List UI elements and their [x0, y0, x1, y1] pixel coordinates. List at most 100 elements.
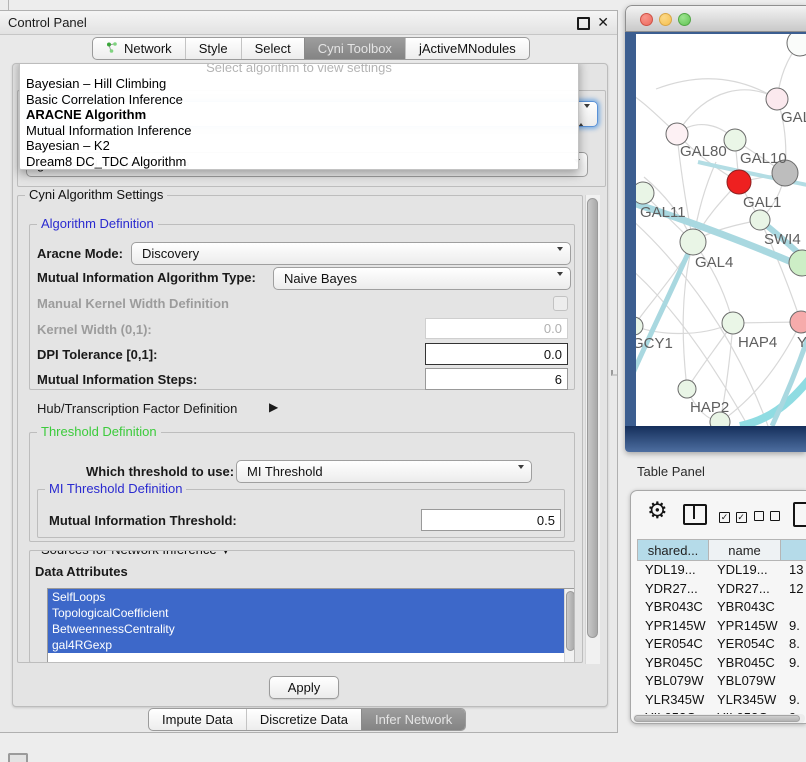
- network-node[interactable]: [766, 88, 788, 110]
- expand-right-icon[interactable]: ▶: [269, 400, 278, 414]
- group-title: Threshold Definition: [37, 424, 161, 439]
- node-label: GCY1: [636, 335, 673, 352]
- node-label: GAL11: [640, 204, 686, 221]
- network-node[interactable]: [666, 123, 688, 145]
- control-panel-window: Control Panel ✕ Network Style Select Cyn…: [0, 10, 618, 733]
- zoom-traffic-icon[interactable]: [678, 13, 691, 26]
- manual-kernel-checkbox[interactable]: [553, 296, 568, 311]
- document-icon[interactable]: [793, 502, 806, 527]
- column-header-cut[interactable]: [781, 539, 806, 561]
- tab-label: Style: [199, 41, 228, 56]
- collapse-down-icon[interactable]: ▼: [220, 550, 231, 557]
- network-node[interactable]: [680, 229, 706, 255]
- list-scrollbar-thumb[interactable]: [566, 591, 575, 651]
- popup-item[interactable]: Dream8 DC_TDC Algorithm: [20, 154, 578, 170]
- network-node[interactable]: [636, 182, 654, 204]
- cell: YDL19...: [709, 561, 781, 580]
- tab-impute-data[interactable]: Impute Data: [149, 709, 246, 730]
- list-item[interactable]: TopologicalCoefficient: [48, 605, 575, 621]
- tab-cyni-toolbox[interactable]: Cyni Toolbox: [304, 38, 405, 59]
- network-node[interactable]: [678, 380, 696, 398]
- tab-style[interactable]: Style: [185, 38, 241, 59]
- cytopanel-float-icon[interactable]: [8, 753, 28, 762]
- close-traffic-icon[interactable]: [640, 13, 653, 26]
- tab-infer-network[interactable]: Infer Network: [361, 709, 465, 730]
- popup-item[interactable]: Mutual Information Inference: [20, 123, 578, 139]
- tab-network[interactable]: Network: [93, 38, 185, 59]
- split-columns-divider: [693, 506, 695, 519]
- combo-arrows-icon: [512, 466, 524, 484]
- sources-title: Sources for Network Inference: [41, 550, 217, 557]
- tab-select[interactable]: Select: [241, 38, 304, 59]
- select-all-icon[interactable]: ✓ ✓: [719, 508, 747, 523]
- list-item[interactable]: gal4RGexp: [48, 637, 575, 653]
- network-node[interactable]: [750, 210, 770, 230]
- gear-icon[interactable]: ⚙: [647, 498, 668, 524]
- which-threshold-combobox[interactable]: MI Threshold: [236, 460, 532, 483]
- float-window-icon[interactable]: [577, 17, 590, 30]
- table-horizontal-scrollbar[interactable]: [633, 714, 805, 723]
- node-label: GAL4: [695, 254, 733, 271]
- settings-scrollbar-thumb[interactable]: [587, 198, 598, 638]
- popup-item[interactable]: Basic Correlation Inference: [20, 92, 578, 108]
- data-attributes-list[interactable]: SelfLoops TopologicalCoefficient Between…: [47, 588, 575, 663]
- kernel-width-field[interactable]: [425, 318, 568, 339]
- checked-box-icon: ✓: [719, 512, 730, 523]
- combo-value: Discovery: [142, 246, 199, 261]
- network-node-gal1[interactable]: [727, 170, 751, 194]
- tab-jactivemnodules[interactable]: jActiveMNodules: [405, 38, 529, 59]
- network-node[interactable]: [636, 317, 643, 335]
- split-columns-icon[interactable]: [683, 504, 707, 525]
- tab-label: Cyni Toolbox: [318, 41, 392, 56]
- group-title: Algorithm Definition: [37, 216, 158, 231]
- node-label: SWI4: [764, 231, 801, 248]
- popup-item-selected[interactable]: ARACNE Algorithm: [20, 107, 578, 123]
- mi-threshold-field[interactable]: [421, 509, 561, 531]
- mi-steps-field[interactable]: [425, 368, 568, 390]
- combo-arrows-icon: [578, 108, 590, 123]
- table-row[interactable]: YBR043C YBR043C: [637, 598, 806, 617]
- table-row[interactable]: YLR345W YLR345W 9.: [637, 691, 806, 710]
- cell: YBL079W: [709, 672, 781, 691]
- network-node[interactable]: [722, 312, 744, 334]
- manual-kernel-label: Manual Kernel Width Definition: [37, 296, 229, 311]
- popup-header: Select algorithm to view settings: [20, 63, 578, 76]
- tab-label: Select: [255, 41, 291, 56]
- close-icon[interactable]: ✕: [597, 14, 609, 31]
- tab-label: Network: [124, 41, 172, 56]
- deselect-all-icon[interactable]: [754, 509, 780, 524]
- network-node[interactable]: [724, 129, 746, 151]
- network-node[interactable]: [789, 250, 806, 276]
- network-window-titlebar[interactable]: [625, 5, 806, 32]
- table-horizontal-scrollbar-thumb[interactable]: [634, 715, 800, 722]
- aracne-mode-combobox[interactable]: Discovery: [131, 242, 571, 265]
- tab-discretize-data[interactable]: Discretize Data: [246, 709, 361, 730]
- table-row[interactable]: YDL19... YDL19... 13: [637, 561, 806, 580]
- list-item[interactable]: SelfLoops: [48, 589, 575, 605]
- sources-group: Sources for Network Inference ▼ Data Att…: [29, 550, 575, 663]
- list-item[interactable]: BetweennessCentrality: [48, 621, 575, 637]
- popup-item[interactable]: Bayesian – K2: [20, 138, 578, 154]
- table-row[interactable]: YER054C YER054C 8.: [637, 635, 806, 654]
- mi-type-combobox[interactable]: Naive Bayes: [273, 267, 571, 290]
- list-scrollbar[interactable]: [564, 589, 575, 663]
- network-node[interactable]: [790, 311, 806, 333]
- table-row[interactable]: YDR27... YDR27... 12: [637, 580, 806, 599]
- table-row[interactable]: YBL079W YBL079W: [637, 672, 806, 691]
- cell: YBR043C: [709, 598, 781, 617]
- table-row[interactable]: YPR145W YPR145W 9.: [637, 617, 806, 636]
- splitter-handle[interactable]: [611, 370, 617, 376]
- minimize-traffic-icon[interactable]: [659, 13, 672, 26]
- popup-item[interactable]: Bayesian – Hill Climbing: [20, 76, 578, 92]
- table-row[interactable]: YBR045C YBR045C 9.: [637, 654, 806, 673]
- network-node[interactable]: [787, 34, 806, 56]
- mi-type-label: Mutual Information Algorithm Type:: [37, 270, 256, 285]
- tab-label: Infer Network: [375, 712, 452, 727]
- dpi-tolerance-field[interactable]: [425, 343, 568, 365]
- column-header-shared-name[interactable]: shared...: [637, 539, 709, 561]
- settings-scrollbar[interactable]: [585, 195, 600, 664]
- column-header-name[interactable]: name: [709, 539, 781, 561]
- network-canvas[interactable]: GAL GAL80 GAL10 GAL1 GAL11 SWI4 GAL4 GCY…: [636, 34, 806, 426]
- cell: YDL19...: [637, 561, 709, 580]
- apply-button[interactable]: Apply: [269, 676, 339, 699]
